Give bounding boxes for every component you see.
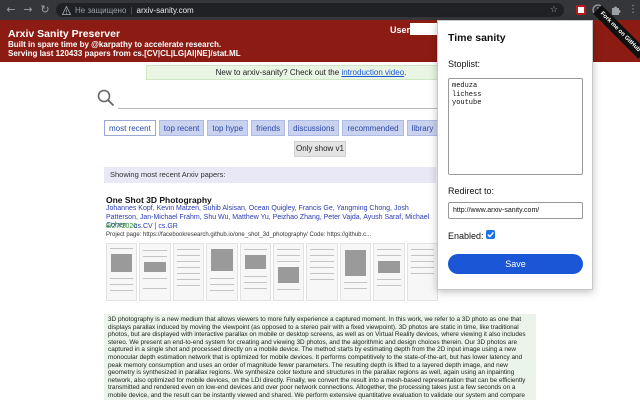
checkmark-icon: [487, 231, 494, 238]
page-thumbnail: [306, 243, 338, 301]
page-thumbnail: [273, 243, 305, 301]
paper-project-note: Project page: https://facebookresearch.g…: [106, 232, 372, 238]
site-stats: Serving last 120433 papers from cs.[CV|C…: [8, 49, 241, 58]
page-thumbnail: [239, 243, 272, 301]
bookmark-star-icon[interactable]: ☆: [550, 3, 558, 17]
page-thumbnail: [172, 243, 205, 301]
intro-notice: New to arxiv-sanity? Check out the intro…: [146, 65, 476, 80]
tab-discussions[interactable]: discussions: [288, 120, 340, 136]
redirect-label: Redirect to:: [448, 186, 495, 196]
arrow-left-icon[interactable]: ←: [4, 3, 18, 17]
save-button[interactable]: Save: [448, 254, 583, 274]
reload-icon[interactable]: ↻: [38, 3, 52, 17]
intro-video-link[interactable]: introduction video: [341, 68, 404, 77]
security-status: Не защищено: [75, 5, 127, 15]
page-thumbnail: [206, 243, 238, 301]
page-thumbnail: [339, 243, 372, 301]
results-heading: Showing most recent Arxiv papers:: [104, 167, 436, 183]
tab-top-hype[interactable]: top hype: [207, 120, 249, 136]
paper-title[interactable]: One Shot 3D Photography: [106, 195, 212, 205]
paper-abstract: 3D photography is a new medium that allo…: [104, 314, 536, 400]
tab-library[interactable]: library: [406, 120, 439, 136]
extension-icon[interactable]: [575, 4, 587, 16]
warning-icon: [62, 5, 71, 15]
omnibox-separator: |: [130, 5, 133, 15]
redirect-url-input[interactable]: [448, 202, 583, 219]
browser-toolbar: ← → ↻ Не защищено | arxiv-sanity.com ☆ ⋮: [0, 0, 640, 20]
notice-suffix: .: [404, 68, 407, 77]
enabled-checkbox[interactable]: [486, 230, 495, 239]
tab-bar: most recent top recent top hype friends …: [104, 120, 439, 136]
paper-categories[interactable]: cs.CV | cs.GR: [134, 223, 178, 230]
tab-friends[interactable]: friends: [251, 120, 286, 136]
puzzle-icon[interactable]: [610, 4, 622, 16]
popup-title: Time sanity: [448, 32, 506, 44]
tab-recommended[interactable]: recommended: [342, 120, 404, 136]
page-thumbnail: [406, 243, 439, 301]
tab-top-recent[interactable]: top recent: [158, 120, 205, 136]
page-thumbnail: [139, 243, 171, 301]
tab-most-recent[interactable]: most recent: [104, 120, 156, 136]
notice-text: New to arxiv-sanity? Check out the: [215, 68, 342, 77]
paper-thumbnails[interactable]: [106, 243, 439, 301]
arrow-right-icon[interactable]: →: [21, 3, 35, 17]
paper-date: 8/27/2020: [106, 223, 138, 230]
address-bar[interactable]: Не защищено | arxiv-sanity.com ☆: [56, 3, 564, 17]
site-subtitle: Built in spare time by @karpathy to acce…: [8, 40, 222, 49]
url-text: arxiv-sanity.com: [136, 5, 194, 15]
site-title[interactable]: Arxiv Sanity Preserver: [8, 28, 120, 40]
only-show-v1-button[interactable]: Only show v1: [294, 141, 346, 157]
search-icon[interactable]: [97, 89, 115, 107]
stoplist-textarea[interactable]: meduza lichess youtube: [448, 78, 583, 175]
stoplist-label: Stoplist:: [448, 59, 481, 69]
enabled-label: Enabled:: [448, 231, 484, 241]
page-thumbnail: [106, 243, 138, 301]
page-thumbnail: [373, 243, 405, 301]
menu-icon[interactable]: ⋮: [628, 3, 638, 17]
extension-popup: Time sanity Stoplist: meduza lichess you…: [437, 20, 593, 290]
